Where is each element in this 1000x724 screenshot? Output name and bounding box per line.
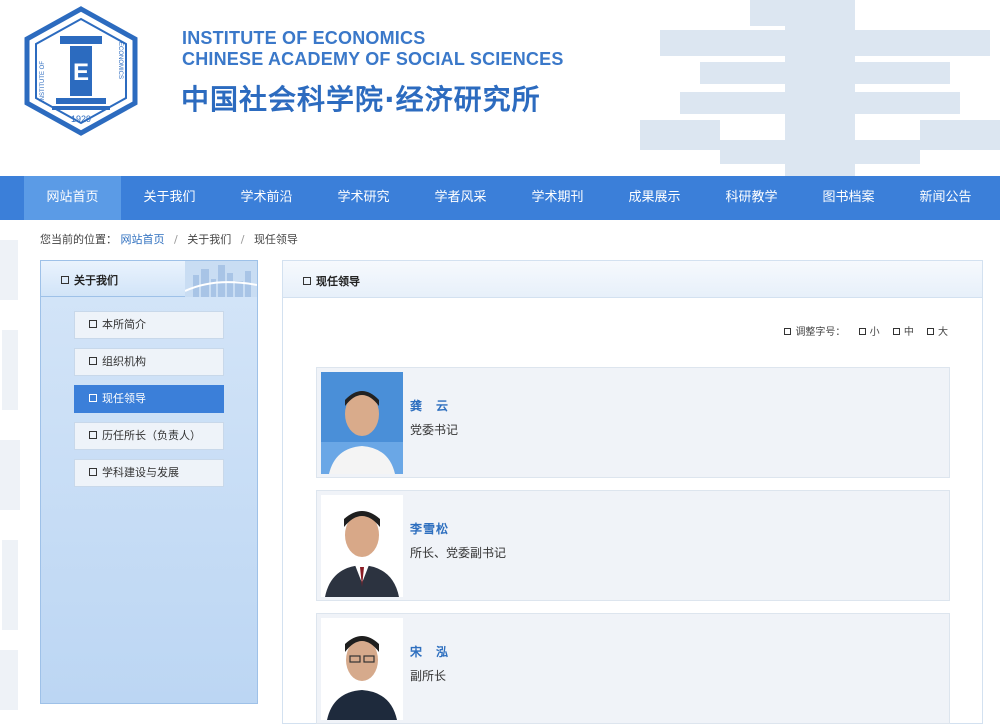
breadcrumb-prefix: 您当前的位置： <box>40 233 117 246</box>
leader-photo-icon <box>321 495 403 597</box>
sidebar-item-intro[interactable]: 本所简介 <box>74 311 224 339</box>
institute-name-cn: 中国社会科学院·经济研究所 <box>181 83 541 116</box>
main-nav: 网站首页 关于我们 学术前沿 学术研究 学者风采 学术期刊 成果展示 科研教学 … <box>0 176 1000 220</box>
square-bullet-icon <box>927 328 934 335</box>
city-skyline-icon <box>185 261 257 297</box>
square-bullet-icon <box>784 328 792 335</box>
leader-name[interactable]: 龚 云 <box>410 397 449 414</box>
sidebar-item-current-leaders[interactable]: 现任领导 <box>74 385 224 413</box>
square-bullet-icon <box>303 277 311 285</box>
nav-item-frontier[interactable]: 学术前沿 <box>218 176 315 220</box>
breadcrumb-home[interactable]: 网站首页 <box>121 233 165 246</box>
nav-item-scholars[interactable]: 学者风采 <box>412 176 509 220</box>
font-size-medium[interactable]: 中 <box>892 327 914 338</box>
background-watermark-icon <box>640 0 1000 176</box>
sidebar-header: 关于我们 <box>41 261 257 297</box>
nav-item-library[interactable]: 图书档案 <box>800 176 897 220</box>
institute-name-en-line2: CHINESE ACADEMY OF SOCIAL SCIENCES <box>182 49 564 69</box>
leader-photo-icon <box>321 372 403 474</box>
sidebar-item-organization[interactable]: 组织机构 <box>74 348 224 376</box>
site-header: E 1929 INSTITUTE OF ECONOMICS INSTITUTE … <box>0 0 1000 176</box>
sidebar-item-discipline[interactable]: 学科建设与发展 <box>74 459 224 487</box>
page-title: 现任领导 <box>303 273 360 289</box>
leader-title: 所长、党委副书记 <box>410 546 507 560</box>
main-header: 现任领导 <box>283 261 982 298</box>
square-bullet-icon <box>89 357 97 365</box>
main-panel: 现任领导 调整字号： 小 中 大 龚 云 党委书记 李雪松 所长、党委副书记 宋… <box>282 260 983 724</box>
breadcrumb-current: 现任领导 <box>253 233 298 246</box>
institute-logo-icon: E 1929 INSTITUTE OF ECONOMICS <box>24 6 138 136</box>
sidebar: 关于我们 本所简介 组织机构 现任领导 历任所长（负责人） 学科建设与发展 <box>40 260 258 704</box>
breadcrumb-separator: / <box>240 233 245 246</box>
leader-card[interactable]: 宋 泓 副所长 <box>316 613 950 724</box>
font-size-large[interactable]: 大 <box>927 327 948 338</box>
leader-card[interactable]: 龚 云 党委书记 <box>316 367 950 478</box>
sidebar-item-former-directors[interactable]: 历任所长（负责人） <box>74 422 224 450</box>
sidebar-title: 关于我们 <box>61 272 118 288</box>
font-size-label: 调整字号： <box>795 327 846 338</box>
leader-photo-icon <box>321 618 403 720</box>
square-bullet-icon <box>858 328 866 335</box>
leader-name[interactable]: 李雪松 <box>410 520 449 537</box>
square-bullet-icon <box>89 394 97 402</box>
square-bullet-icon <box>89 468 97 476</box>
institute-name-en-line1: INSTITUTE OF ECONOMICS <box>182 28 426 48</box>
nav-item-about[interactable]: 关于我们 <box>121 176 218 220</box>
leader-card[interactable]: 李雪松 所长、党委副书记 <box>316 490 950 601</box>
svg-text:INSTITUTE OF: INSTITUTE OF <box>40 61 46 102</box>
sidebar-menu: 本所简介 组织机构 现任领导 历任所长（负责人） 学科建设与发展 <box>74 311 224 496</box>
breadcrumb: 您当前的位置： 网站首页 / 关于我们 / 现任领导 <box>40 231 298 247</box>
leader-title: 党委书记 <box>410 423 459 437</box>
square-bullet-icon <box>89 431 97 439</box>
nav-item-news[interactable]: 新闻公告 <box>897 176 994 220</box>
font-size-control: 调整字号： 小 中 大 <box>784 323 948 338</box>
square-bullet-icon <box>892 328 900 335</box>
leader-name[interactable]: 宋 泓 <box>410 643 449 660</box>
square-bullet-icon <box>61 276 69 284</box>
breadcrumb-separator: / <box>174 233 178 246</box>
side-decoration-icon <box>0 240 20 710</box>
leader-title: 副所长 <box>410 669 447 683</box>
nav-item-journals[interactable]: 学术期刊 <box>509 176 606 220</box>
font-size-small[interactable]: 小 <box>858 327 880 338</box>
svg-text:ECONOMICS: ECONOMICS <box>117 42 123 79</box>
nav-item-teaching[interactable]: 科研教学 <box>703 176 800 220</box>
nav-item-achievements[interactable]: 成果展示 <box>606 176 703 220</box>
nav-item-home[interactable]: 网站首页 <box>24 176 121 220</box>
svg-text:E: E <box>73 59 89 86</box>
breadcrumb-about[interactable]: 关于我们 <box>187 233 231 246</box>
svg-text:1929: 1929 <box>71 114 91 124</box>
square-bullet-icon <box>89 320 97 328</box>
nav-item-research[interactable]: 学术研究 <box>315 176 412 220</box>
